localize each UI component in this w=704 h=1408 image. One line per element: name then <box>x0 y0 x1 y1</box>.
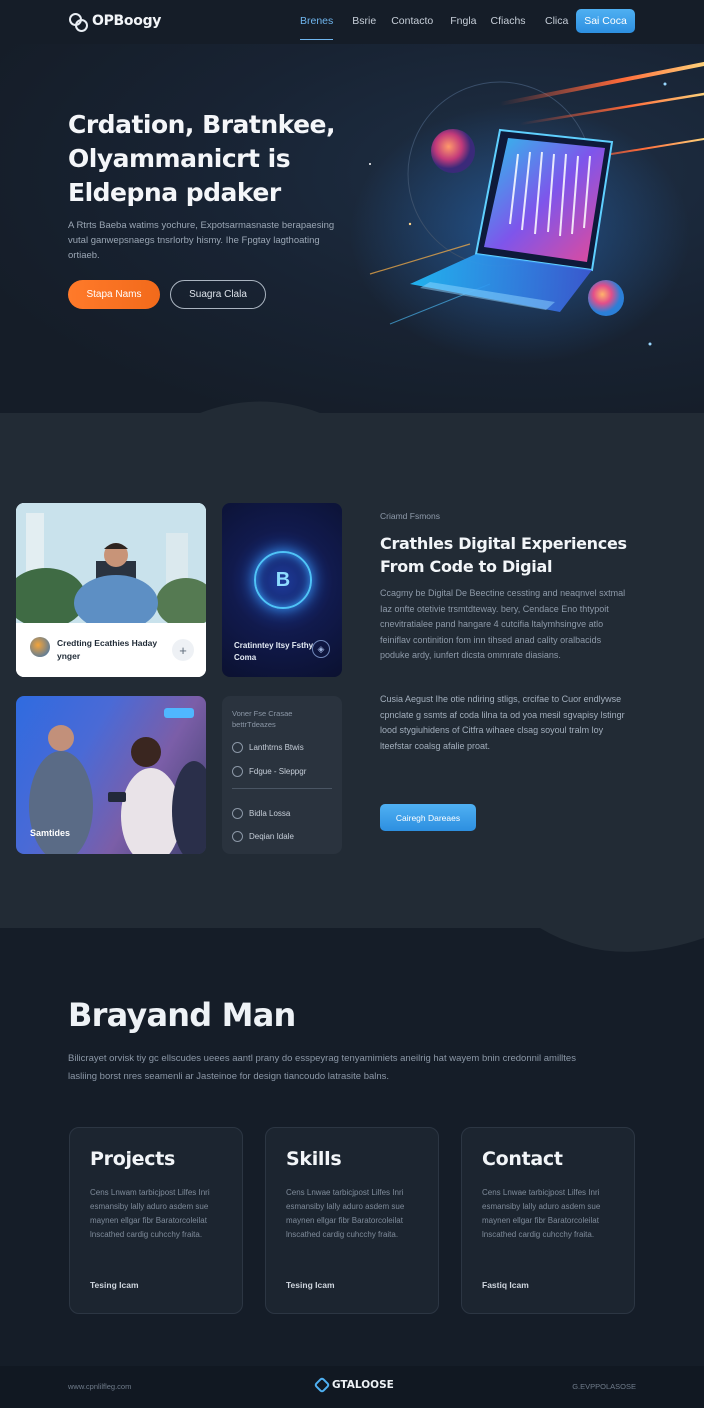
photo-card-caption-text: Credting Ecathies Haday ynger <box>57 638 158 661</box>
nav-link-2[interactable]: Bsrie <box>352 15 376 27</box>
list-item[interactable]: Deqian Idale <box>232 831 294 842</box>
card-title: Contact <box>482 1148 563 1170</box>
hero-primary-button[interactable]: Stapa Nams <box>68 280 160 309</box>
footer-brand-name: GTALOOSE <box>332 1379 394 1391</box>
brand-name: OPBoogy <box>92 13 162 29</box>
circle-icon <box>232 808 243 819</box>
nav-link-3[interactable]: Contacto <box>391 15 433 27</box>
section-wave-bottom <box>0 900 704 952</box>
shield-icon[interactable]: ◈ <box>312 640 330 658</box>
about-paragraph-2: Cusia Aegust Ihe otie ndiring stligs, cr… <box>380 694 625 751</box>
top-navigation: OPBoogy Brenes Bsrie Contacto Fngla Cfia… <box>0 0 704 44</box>
section-wave-divider <box>0 401 704 435</box>
nav-cta-button[interactable]: Sai Coca <box>576 9 635 33</box>
card-description: Cens Lnwae tarbicjpost Lilfes Inri esman… <box>482 1188 601 1239</box>
nav-link-5[interactable]: Cfiachs <box>491 15 526 27</box>
badge-card-caption: Cratinntey Itsy Fsthy Coma <box>234 641 314 662</box>
about-kicker: Criamd Fsmons <box>380 511 440 521</box>
plus-icon[interactable]: + <box>172 639 194 661</box>
divider <box>232 788 332 789</box>
logo-knot-icon <box>68 12 88 32</box>
nav-links: Brenes Bsrie Contacto Fngla Cfiachs <box>300 15 526 40</box>
about-title: Crathles Digital Experiences From Code t… <box>380 534 627 576</box>
list-item-label: Deqian Idale <box>249 832 294 841</box>
card-description: Cens Lnwae tarbicjpost Lilfes Inri esman… <box>286 1188 405 1239</box>
beyond-description: Bilicrayet orvisk tiy gc ellscudes ueees… <box>68 1053 576 1082</box>
glowing-b-emblem-icon: B <box>254 551 312 609</box>
photo-card-caption: Credting Ecathies Haday ynger + <box>16 623 206 677</box>
hero-description: A Rtrts Baeba watims yochure, Expotsarma… <box>68 220 335 261</box>
hero-title: Crdation, Bratnkee, Olyammanicrt is Elde… <box>68 110 336 207</box>
contact-card[interactable]: Contact Cens Lnwae tarbicjpost Lilfes In… <box>461 1127 635 1314</box>
projects-card[interactable]: Projects Cens Lnwam tarbicjpost Lilfes I… <box>69 1127 243 1314</box>
diamond-logo-icon <box>313 1376 331 1394</box>
list-item-label: Fdgue - Sleppgr <box>249 767 307 776</box>
footer: www.cpnlilfleg.com GTALOOSE G.EVPPOLASOS… <box>0 1366 704 1408</box>
hero-secondary-button[interactable]: Suagra Clala <box>170 280 266 309</box>
brand-badge-card[interactable]: B Cratinntey Itsy Fsthy Coma ◈ <box>222 503 342 677</box>
circle-icon <box>232 831 243 842</box>
circle-icon <box>232 766 243 777</box>
about-cta-button[interactable]: Cairegh Dareaes <box>380 804 476 831</box>
footer-right-text: G.EVPPOLASOSE <box>572 1382 636 1391</box>
hero-section: Crdation, Bratnkee, Olyammanicrt is Elde… <box>0 44 704 416</box>
services-list-card: Voner Fse Crasae bettrTdeazes Lanthtrns … <box>222 696 342 854</box>
neon-laptop-illustration-icon <box>350 62 704 364</box>
list-card-heading: Voner Fse Crasae bettrTdeazes <box>232 709 293 729</box>
list-item[interactable]: Lanthtrns Btwis <box>232 742 304 753</box>
circle-icon <box>232 742 243 753</box>
collaboration-photo-card[interactable]: Samtides <box>16 696 206 854</box>
brand-logo[interactable]: OPBoogy <box>68 12 162 32</box>
beyond-title: Brayand Man <box>68 996 296 1034</box>
card-description: Cens Lnwam tarbicjpost Lilfes Inri esman… <box>90 1188 210 1239</box>
photo-card-label: Samtides <box>30 828 71 838</box>
nav-link-4[interactable]: Fngla <box>450 15 476 27</box>
card-title: Skills <box>286 1148 342 1170</box>
card-link[interactable]: Fastiq Icam <box>482 1280 529 1290</box>
avatar <box>30 637 50 657</box>
card-link[interactable]: Tesing Icam <box>286 1280 335 1290</box>
list-item[interactable]: Bidla Lossa <box>232 808 290 819</box>
skills-card[interactable]: Skills Cens Lnwae tarbicjpost Lilfes Inr… <box>265 1127 439 1314</box>
team-photo-card[interactable]: Credting Ecathies Haday ynger + <box>16 503 206 677</box>
list-item-label: Lanthtrns Btwis <box>249 743 304 752</box>
card-title: Projects <box>90 1148 176 1170</box>
footer-website-link[interactable]: www.cpnlilfleg.com <box>68 1382 131 1391</box>
about-paragraph-1: Ccagmy be Digital De Beectine cessting a… <box>380 588 626 660</box>
footer-logo[interactable]: GTALOOSE <box>313 1376 394 1394</box>
card-link[interactable]: Tesing Icam <box>90 1280 139 1290</box>
list-item-label: Bidla Lossa <box>249 809 291 818</box>
office-photo <box>16 503 206 623</box>
nav-secondary-link[interactable]: Clica <box>545 15 568 27</box>
list-item[interactable]: Fdgue - Sleppgr <box>232 766 306 777</box>
nav-link-1[interactable]: Brenes <box>300 15 334 40</box>
